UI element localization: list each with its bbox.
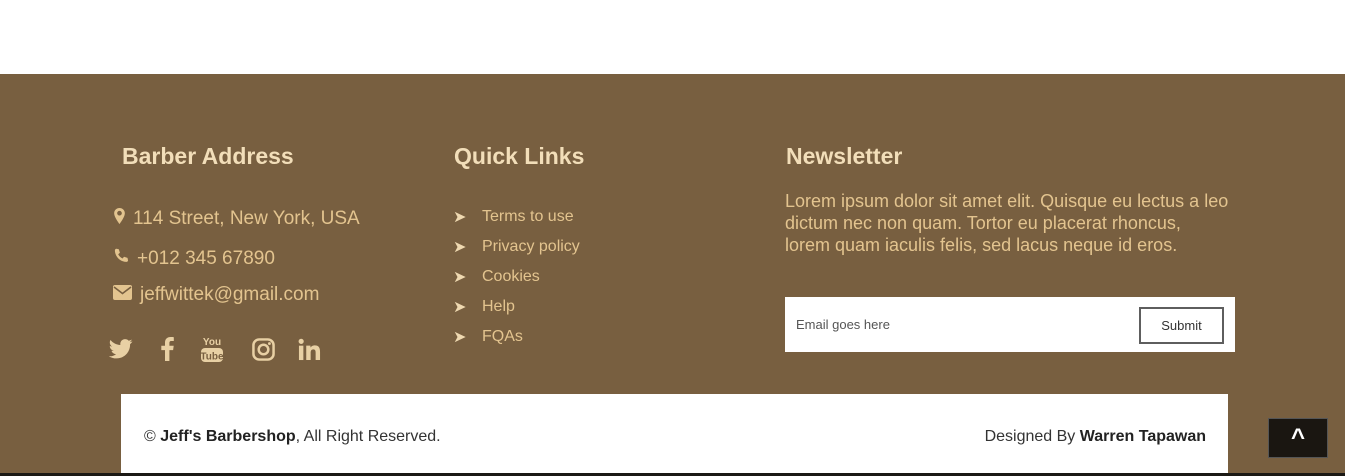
copyright-rest: , All Right Reserved. <box>295 428 441 445</box>
quick-links-title: Quick Links <box>454 143 585 169</box>
address-phone-row: +012 345 67890 <box>113 248 275 270</box>
designer-credit: Designed By Warren Tapawan <box>985 428 1206 446</box>
arrow-right-icon: ➤ <box>453 269 467 286</box>
brand-link[interactable]: Jeff's Barbershop <box>160 428 295 445</box>
svg-text:Tube: Tube <box>200 352 224 363</box>
address-street: 114 Street, New York, USA <box>133 208 360 229</box>
address-street-row: 114 Street, New York, USA <box>114 208 360 230</box>
twitter-icon[interactable] <box>108 339 134 359</box>
quick-link-terms[interactable]: ➤ Terms to use <box>453 202 580 232</box>
quick-link-cookies[interactable]: ➤ Cookies <box>453 262 580 292</box>
quick-link-privacy[interactable]: ➤ Privacy policy <box>453 232 580 262</box>
arrow-right-icon: ➤ <box>453 209 467 226</box>
svg-text:You: You <box>203 337 221 348</box>
copyright-bar: © Jeff's Barbershop, All Right Reserved.… <box>121 394 1228 474</box>
quick-link-label[interactable]: Help <box>482 298 515 316</box>
copyright-symbol: © <box>144 428 156 445</box>
designer-link[interactable]: Warren Tapawan <box>1080 428 1206 445</box>
quick-link-label[interactable]: FQAs <box>482 328 523 346</box>
back-to-top-button[interactable]: ^ <box>1268 418 1328 458</box>
arrow-right-icon: ➤ <box>453 299 467 316</box>
address-email-row: jeffwittek@gmail.com <box>113 284 319 306</box>
address-title: Barber Address <box>122 143 294 169</box>
youtube-icon[interactable]: You Tube <box>200 335 224 363</box>
map-marker-icon <box>114 208 133 230</box>
quick-link-label[interactable]: Cookies <box>482 268 540 286</box>
newsletter-email-input[interactable] <box>785 297 1125 352</box>
quick-link-label[interactable]: Privacy policy <box>482 238 580 256</box>
phone-icon <box>113 248 137 270</box>
designed-by-label: Designed By <box>984 428 1076 445</box>
quick-link-help[interactable]: ➤ Help <box>453 292 580 322</box>
facebook-icon[interactable] <box>160 337 174 361</box>
envelope-icon <box>113 284 140 306</box>
newsletter-submit-button[interactable]: Submit <box>1139 307 1224 344</box>
quick-links-list: ➤ Terms to use ➤ Privacy policy ➤ Cookies ➤… <box>453 202 580 352</box>
newsletter-form: Submit <box>785 297 1235 352</box>
caret-up-icon: ^ <box>1290 424 1305 451</box>
quick-link-faqs[interactable]: ➤ FQAs <box>453 322 580 352</box>
arrow-right-icon: ➤ <box>453 329 467 346</box>
newsletter-title: Newsletter <box>786 143 903 169</box>
address-phone: +012 345 67890 <box>137 248 275 269</box>
copyright-text: © Jeff's Barbershop, All Right Reserved. <box>144 428 441 446</box>
address-email: jeffwittek@gmail.com <box>140 284 320 305</box>
social-links: You Tube <box>108 335 321 363</box>
linkedin-icon[interactable] <box>297 338 321 361</box>
arrow-right-icon: ➤ <box>453 239 467 256</box>
newsletter-description: Lorem ipsum dolor sit amet elit. Quisque… <box>785 191 1229 255</box>
instagram-icon[interactable] <box>251 337 275 361</box>
quick-link-label[interactable]: Terms to use <box>482 208 574 226</box>
